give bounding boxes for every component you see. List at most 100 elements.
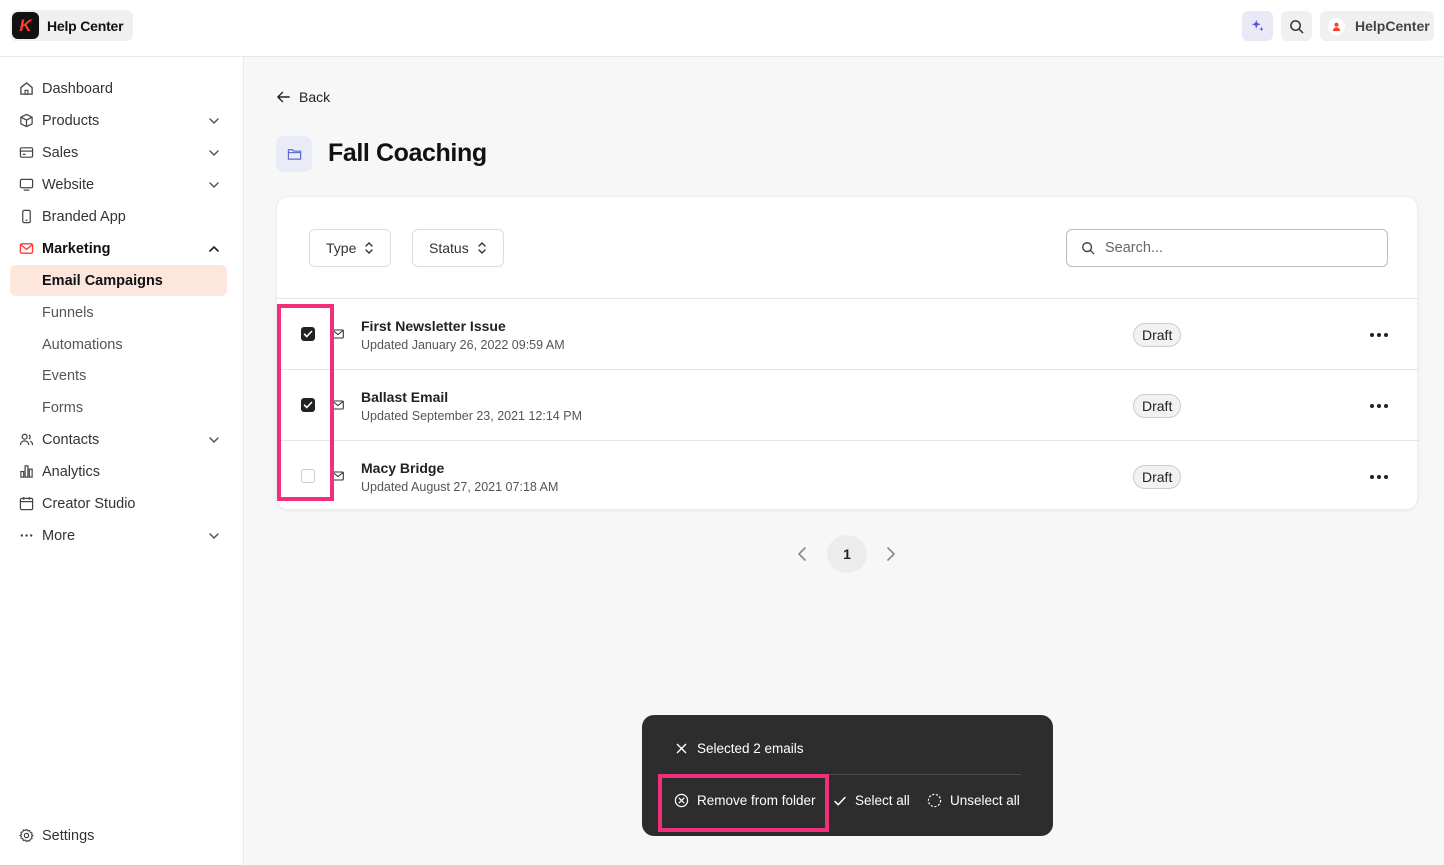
- search-icon: [1082, 242, 1095, 255]
- box-icon: [18, 113, 34, 129]
- arrow-left-icon: [277, 91, 290, 103]
- sidebar-item-branded-app[interactable]: Branded App: [10, 201, 227, 232]
- sidebar-item-label: Sales: [42, 144, 79, 161]
- next-page-icon[interactable]: [885, 546, 897, 562]
- select-all-label: Select all: [855, 793, 910, 808]
- chevron-down-icon: [209, 182, 219, 189]
- sparkle-icon: [1251, 19, 1264, 32]
- chevron-down-icon: [209, 118, 219, 125]
- sidebar-item-label: Products: [42, 112, 100, 129]
- email-updated-date: Updated September 23, 2021 12:14 PM: [361, 409, 582, 423]
- x-circle-icon: [674, 793, 689, 808]
- phone-icon: [18, 209, 34, 225]
- avatar: [1328, 17, 1345, 35]
- sidebar-item-dashboard[interactable]: Dashboard: [10, 73, 227, 104]
- row-more-button[interactable]: [1367, 468, 1391, 486]
- divider: [668, 774, 1021, 775]
- sidebar-item-label: Analytics: [42, 463, 101, 480]
- unselect-all-button[interactable]: Unselect all: [927, 793, 1020, 808]
- search-icon: [1290, 19, 1304, 33]
- row-checkbox[interactable]: [301, 327, 315, 341]
- ai-assistant-button[interactable]: [1242, 11, 1273, 41]
- sidebar-subitem-events[interactable]: Events: [10, 360, 227, 391]
- sidebar-item-label: More: [42, 527, 76, 544]
- page-title: Fall Coaching: [328, 139, 487, 167]
- chevron-down-icon: [209, 533, 219, 540]
- back-link[interactable]: Back: [276, 89, 330, 105]
- sidebar-item-marketing[interactable]: Marketing: [10, 233, 227, 264]
- prev-page-icon[interactable]: [796, 546, 808, 562]
- sidebar-item-creator-studio[interactable]: Creator Studio: [10, 488, 227, 519]
- sidebar-item-label: Branded App: [42, 208, 126, 225]
- chevron-down-icon: [209, 150, 219, 157]
- remove-from-folder-label: Remove from folder: [697, 793, 816, 808]
- account-name: HelpCenter: [1355, 18, 1430, 34]
- folder-badge: [276, 136, 312, 172]
- email-title[interactable]: Ballast Email: [361, 389, 448, 405]
- chevron-up-icon: [209, 245, 219, 252]
- sidebar-item-contacts[interactable]: Contacts: [10, 424, 227, 455]
- sidebar-subitem-funnels[interactable]: Funnels: [10, 297, 227, 328]
- close-icon[interactable]: [676, 743, 687, 754]
- email-title[interactable]: First Newsletter Issue: [361, 318, 506, 334]
- email-list-card: Type Status First Newsletter Issue Updat…: [276, 196, 1419, 511]
- check-icon: [303, 330, 313, 338]
- type-filter-label: Type: [326, 240, 357, 256]
- folder-icon: [287, 149, 301, 160]
- sidebar-subitem-email-campaigns[interactable]: Email Campaigns: [10, 265, 227, 296]
- row-checkbox[interactable]: [301, 398, 315, 412]
- row-checkbox[interactable]: [301, 469, 315, 483]
- selection-action-bar: Selected 2 emails Remove from folder Sel…: [642, 715, 1053, 836]
- chevron-down-icon: [209, 437, 219, 444]
- email-updated-date: Updated August 27, 2021 07:18 AM: [361, 480, 559, 494]
- user-icon: [1332, 22, 1341, 31]
- sidebar-item-label: Dashboard: [42, 80, 113, 97]
- status-filter-dropdown[interactable]: Status: [412, 229, 504, 267]
- search-button[interactable]: [1281, 11, 1312, 41]
- sidebar-item-label: Marketing: [42, 240, 111, 257]
- remove-from-folder-button[interactable]: Remove from folder: [674, 793, 816, 808]
- selection-count-text: Selected 2 emails: [697, 741, 804, 756]
- sidebar-item-analytics[interactable]: Analytics: [10, 456, 227, 487]
- sidebar-item-settings[interactable]: Settings: [10, 820, 227, 851]
- email-updated-date: Updated January 26, 2022 09:59 AM: [361, 338, 565, 352]
- brand-button[interactable]: K Help Center: [10, 10, 134, 41]
- page-number-button[interactable]: 1: [827, 535, 867, 573]
- mail-icon: [18, 241, 34, 257]
- brand-logo: K: [12, 12, 39, 39]
- row-more-button[interactable]: [1367, 326, 1391, 344]
- sidebar-item-more[interactable]: More: [10, 520, 227, 551]
- sidebar-item-label: Creator Studio: [42, 495, 136, 512]
- home-icon: [18, 81, 34, 97]
- sidebar-subitem-automations[interactable]: Automations: [10, 329, 227, 360]
- sidebar-item-label: Settings: [42, 827, 95, 844]
- top-bar: K Help Center HelpCenter: [0, 0, 1444, 57]
- gear-icon: [18, 828, 34, 844]
- table-row[interactable]: First Newsletter Issue Updated January 2…: [277, 298, 1419, 369]
- row-more-button[interactable]: [1367, 397, 1391, 415]
- status-filter-label: Status: [429, 240, 469, 256]
- select-all-button[interactable]: Select all: [833, 793, 910, 808]
- table-row[interactable]: Macy Bridge Updated August 27, 2021 07:1…: [277, 440, 1419, 511]
- status-badge: Draft: [1133, 394, 1182, 418]
- sidebar-subitem-forms[interactable]: Forms: [10, 392, 227, 423]
- users-icon: [18, 432, 34, 448]
- dashed-circle-icon: [927, 793, 942, 808]
- sidebar: Dashboard Products Sales Website Branded…: [0, 57, 244, 865]
- card-icon: [18, 145, 34, 161]
- back-label: Back: [299, 89, 331, 105]
- sidebar-item-label: Contacts: [42, 431, 100, 448]
- email-icon: [332, 471, 344, 481]
- sidebar-item-website[interactable]: Website: [10, 169, 227, 200]
- sidebar-item-products[interactable]: Products: [10, 105, 227, 136]
- email-title[interactable]: Macy Bridge: [361, 460, 444, 476]
- status-badge: Draft: [1133, 465, 1182, 489]
- monitor-icon: [18, 177, 34, 193]
- search-input[interactable]: [1105, 240, 1365, 256]
- check-icon: [834, 796, 846, 805]
- sidebar-item-sales[interactable]: Sales: [10, 137, 227, 168]
- account-menu-button[interactable]: HelpCenter: [1320, 11, 1434, 41]
- table-row[interactable]: Ballast Email Updated September 23, 2021…: [277, 369, 1419, 440]
- type-filter-dropdown[interactable]: Type: [309, 229, 392, 267]
- search-field[interactable]: [1066, 229, 1388, 267]
